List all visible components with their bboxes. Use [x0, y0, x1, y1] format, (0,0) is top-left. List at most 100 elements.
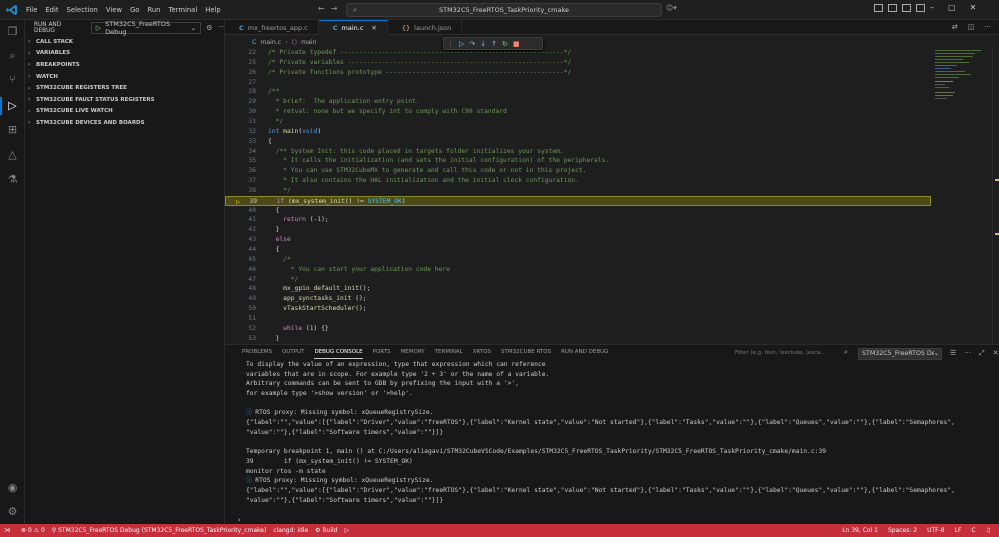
code-line[interactable]: 50 vTaskStartScheduler(); — [225, 304, 931, 314]
open-changes-icon[interactable]: ⇄ — [952, 23, 958, 31]
manage-gear-icon[interactable]: ⚙ — [5, 504, 20, 519]
code-line[interactable]: 36 * You can use STM32CubeMX to generate… — [225, 166, 931, 176]
cursor-position[interactable]: Ln 39, Col 1 — [842, 527, 878, 534]
command-center[interactable]: ⌕ STM32C5_FreeRTOS_TaskPriority_cmake — [346, 3, 662, 17]
toggle-sidebar-icon[interactable] — [874, 4, 883, 12]
menu-terminal[interactable]: Terminal — [165, 6, 202, 14]
code-line[interactable]: 42 } — [225, 225, 931, 235]
console-filter-input[interactable]: Filter (e.g. text, !exclude, \esca... — [735, 348, 835, 359]
code-line[interactable]: 25 /* Private variables -----------------… — [225, 58, 931, 68]
code-line[interactable]: 43 else — [225, 235, 931, 245]
remote-icon[interactable]: ⋊ — [0, 527, 14, 534]
filter-icon[interactable]: ⌕ — [844, 348, 848, 357]
more-actions-icon[interactable]: ··· — [964, 349, 971, 358]
code-line[interactable]: 33 { — [225, 137, 931, 147]
drag-handle-icon[interactable]: ⋮ — [447, 39, 454, 49]
debug-section-stm32cube-live-watch[interactable]: › STM32CUBE LIVE WATCH — [25, 106, 224, 118]
debug-section-watch[interactable]: › WATCH — [25, 71, 224, 83]
clear-console-icon[interactable]: ☰ — [950, 349, 956, 358]
indentation[interactable]: Spaces: 2 — [888, 527, 917, 534]
extensions-icon[interactable]: ⊞ — [5, 122, 20, 137]
code-line[interactable]: 26 /* Private functions prototype -------… — [225, 68, 931, 78]
end-of-line[interactable]: LF — [955, 527, 962, 534]
code-line[interactable]: 52 while (1) {} — [225, 324, 931, 334]
code-line[interactable]: 46 * You can start your application code… — [225, 265, 931, 275]
run-debug-icon[interactable]: ▷ — [5, 98, 20, 113]
continue-icon[interactable]: ▷ — [459, 39, 464, 49]
menu-help[interactable]: Help — [201, 6, 225, 14]
language-mode[interactable]: C — [971, 527, 975, 534]
debug-settings-gear-icon[interactable]: ⚙ — [206, 24, 212, 32]
stop-icon[interactable]: ■ — [513, 39, 520, 49]
toggle-secondary-sidebar-icon[interactable] — [902, 4, 911, 12]
clangd-status[interactable]: clangd: idle — [273, 527, 308, 534]
panel-tab-output[interactable]: OUTPUT — [282, 349, 304, 359]
code-line[interactable]: 22 /* Private typedef -------------------… — [225, 48, 931, 58]
start-debug-icon[interactable]: ▷ — [96, 24, 101, 32]
debug-config-select[interactable]: ▷ STM32C5_FreeRTOS Debug ⌄ — [90, 20, 202, 36]
code-line[interactable]: 53 } — [225, 334, 931, 344]
code-line[interactable]: 34 /** System Init: this code placed in … — [225, 147, 931, 157]
copilot-icon[interactable]: ☺▾ — [666, 4, 677, 12]
code-line[interactable]: 37 * It also contains the HAL initializa… — [225, 176, 931, 186]
menu-selection[interactable]: Selection — [63, 6, 102, 14]
panel-tab-run-and-debug[interactable]: RUN AND DEBUG — [561, 349, 608, 359]
code-line[interactable]: 44 { — [225, 245, 931, 255]
console-input-prompt[interactable]: › — [238, 516, 241, 524]
code-line[interactable]: 35 * It calls the initialization (and se… — [225, 156, 931, 166]
breadcrumb-symbol[interactable]: main — [301, 39, 316, 46]
build-status[interactable]: ⚙ Build — [315, 527, 337, 534]
minimize-icon[interactable]: – — [930, 3, 934, 12]
panel-tab-stm32cube-rtos[interactable]: STM32CUBE RTOS — [501, 349, 551, 359]
code-line[interactable]: 27 — [225, 78, 931, 88]
debug-section-stm32cube-devices-and-boards[interactable]: › STM32CUBE DEVICES AND BOARDS — [25, 117, 224, 129]
menu-file[interactable]: File — [22, 6, 41, 14]
step-into-icon[interactable]: ↓ — [480, 39, 486, 49]
code-line[interactable]: 48 mx_gpio_default_init(); — [225, 284, 931, 294]
menu-edit[interactable]: Edit — [41, 6, 62, 14]
source-control-icon[interactable]: ⑂ — [5, 72, 20, 87]
editor-scrollbar[interactable] — [992, 48, 999, 344]
testing-icon[interactable]: ⚗ — [5, 172, 20, 187]
step-out-icon[interactable]: ↑ — [491, 39, 497, 49]
tab-mx-freertos-app[interactable]: C mx_freertos_app.c — [225, 20, 319, 35]
tab-main-c[interactable]: C main.c ✕ — [318, 20, 388, 35]
current-line[interactable]: ▷ 39 if (mx_system_init() != SYSTEM_OK) — [225, 195, 931, 206]
panel-tab-terminal[interactable]: TERMINAL — [435, 349, 463, 359]
explorer-icon[interactable]: ❐ — [5, 24, 20, 39]
code-line[interactable]: 30 * retval: none but we specify int to … — [225, 107, 931, 117]
notifications-icon[interactable]: ♫ — [986, 527, 991, 534]
menu-view[interactable]: View — [102, 6, 126, 14]
panel-tab-problems[interactable]: PROBLEMS — [242, 349, 272, 359]
close-tab-icon[interactable]: ✕ — [371, 24, 376, 32]
split-editor-icon[interactable]: ◫ — [968, 23, 975, 31]
panel-tab-xrtos[interactable]: XRTOS — [473, 349, 491, 359]
problems-status[interactable]: ⊗ 0 ⚠ 0 — [21, 527, 45, 534]
close-panel-icon[interactable]: ✕ — [993, 349, 999, 358]
back-arrow-icon[interactable]: ← — [318, 4, 325, 13]
maximize-panel-icon[interactable]: ⤢ — [979, 349, 985, 358]
code-line[interactable]: 29 * brief: The application entry point. — [225, 97, 931, 107]
code-editor[interactable]: 22 /* Private typedef -------------------… — [225, 48, 931, 344]
account-icon[interactable]: ◉ — [5, 480, 20, 495]
menu-run[interactable]: Run — [143, 6, 164, 14]
restart-icon[interactable]: ↻ — [502, 39, 508, 49]
debug-session-status[interactable]: ⚲ STM32C5_FreeRTOS Debug (STM32C5_FreeRT… — [52, 527, 267, 534]
code-line[interactable]: 28 /** — [225, 87, 931, 97]
code-line[interactable]: 31 */ — [225, 117, 931, 127]
customize-layout-icon[interactable] — [916, 4, 925, 12]
debug-section-variables[interactable]: › VARIABLES — [25, 48, 224, 60]
debug-session-select[interactable]: STM32C5_FreeRTOS De ⌄ — [858, 348, 942, 360]
stm32cube-icon[interactable]: △ — [5, 147, 20, 162]
tab-launch-json[interactable]: {} launch.json — [388, 20, 463, 35]
toggle-panel-icon[interactable] — [888, 4, 897, 12]
maximize-icon[interactable]: ▢ — [948, 3, 956, 12]
search-icon[interactable]: ⌕ — [5, 48, 20, 63]
breadcrumb-file[interactable]: main.c — [260, 39, 281, 46]
code-line[interactable]: 47 */ — [225, 275, 931, 285]
step-over-icon[interactable]: ↷ — [469, 39, 475, 49]
code-line[interactable]: 40 { — [225, 206, 931, 216]
close-window-icon[interactable]: ✕ — [970, 3, 977, 12]
forward-arrow-icon[interactable]: → — [331, 4, 338, 13]
code-line[interactable]: 41 return (-1); — [225, 215, 931, 225]
